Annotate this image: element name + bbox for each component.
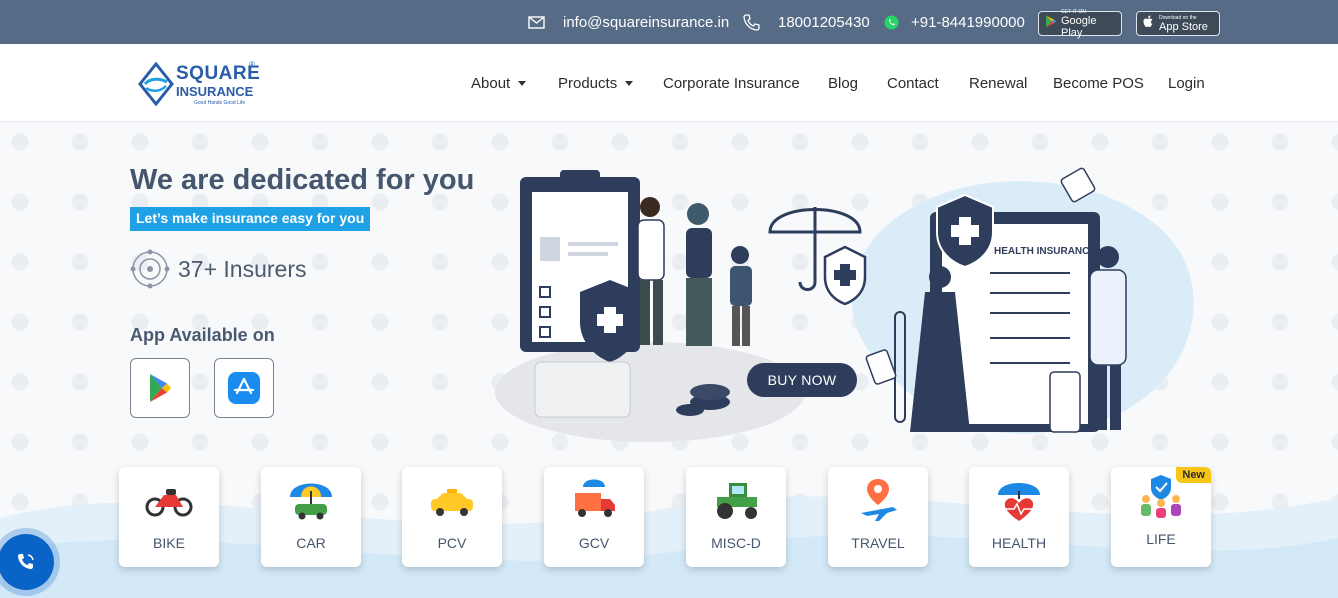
truck-icon bbox=[575, 479, 615, 517]
logo-text-insurance: INSURANCE bbox=[176, 84, 254, 99]
product-label-misc-d: MISC-D bbox=[711, 535, 761, 551]
product-card-life[interactable]: New LIFE bbox=[1111, 467, 1211, 567]
email-text[interactable]: info@squareinsurance.in bbox=[563, 14, 729, 31]
whatsapp-icon bbox=[884, 15, 899, 30]
email-contact[interactable]: info@squareinsurance.in bbox=[528, 0, 729, 44]
taxi-icon bbox=[431, 489, 473, 516]
phone-contact[interactable]: 18001205430 bbox=[743, 0, 870, 44]
product-label-health: HEALTH bbox=[991, 535, 1047, 551]
nav-contact[interactable]: Contact bbox=[887, 44, 939, 122]
google-play-badge[interactable]: GET IT ON Google Play bbox=[1038, 9, 1122, 39]
app-store-button[interactable] bbox=[214, 358, 274, 418]
product-label-bike: BIKE bbox=[153, 535, 185, 551]
product-card-health[interactable]: HEALTH bbox=[969, 467, 1069, 567]
app-store-badge[interactable]: Download on the App Store bbox=[1136, 11, 1220, 36]
product-label-travel: TRAVEL bbox=[851, 535, 905, 551]
nav-corporate-insurance[interactable]: Corporate Insurance bbox=[663, 44, 800, 122]
google-play-big-text: Google Play bbox=[1061, 14, 1097, 39]
whatsapp-contact[interactable]: +91-8441990000 bbox=[884, 0, 1025, 44]
insurers-count: 37+ Insurers bbox=[130, 249, 307, 289]
life-family-icon bbox=[1141, 475, 1181, 518]
top-contact-bar: info@squareinsurance.in 18001205430 +91-… bbox=[0, 0, 1338, 44]
call-floating-button[interactable] bbox=[0, 534, 54, 590]
insurance-illustration: HEALTH INSURANCE bbox=[495, 167, 1194, 442]
product-label-pcv: PCV bbox=[437, 535, 467, 551]
tractor-icon bbox=[717, 483, 757, 519]
health-icon bbox=[998, 483, 1040, 521]
phone-icon bbox=[743, 13, 760, 31]
insurers-text: 37+ Insurers bbox=[178, 255, 307, 282]
square-insurance-logo[interactable]: SQUARE ® INSURANCE Good Hands Good Life bbox=[138, 60, 261, 110]
logo-diamond-icon bbox=[138, 62, 174, 107]
chevron-down-icon bbox=[518, 80, 527, 86]
hero-section: We are dedicated for you Let’s make insu… bbox=[0, 122, 1338, 598]
network-icon bbox=[130, 249, 170, 289]
product-card-travel[interactable]: TRAVEL bbox=[828, 467, 928, 567]
logo-text-square: SQUARE bbox=[176, 63, 261, 84]
nav-products[interactable]: Products bbox=[558, 44, 634, 122]
whatsapp-text[interactable]: +91-8441990000 bbox=[911, 14, 1025, 31]
buy-now-button[interactable]: BUY NOW bbox=[747, 363, 857, 397]
mail-icon bbox=[528, 15, 545, 29]
product-card-pcv[interactable]: PCV bbox=[402, 467, 502, 567]
bike-icon bbox=[145, 489, 193, 517]
nav-blog[interactable]: Blog bbox=[828, 44, 858, 122]
google-play-button[interactable] bbox=[130, 358, 190, 418]
logo-tagline: Good Hands Good Life bbox=[194, 100, 246, 106]
product-card-misc-d[interactable]: MISC-D bbox=[686, 467, 786, 567]
phone-text[interactable]: 18001205430 bbox=[778, 14, 870, 31]
google-play-icon bbox=[1045, 15, 1057, 33]
nav-renewal[interactable]: Renewal bbox=[969, 44, 1027, 122]
app-store-big-text: App Store bbox=[1159, 20, 1208, 33]
nav-products-label: Products bbox=[558, 74, 618, 92]
travel-icon bbox=[861, 479, 897, 521]
health-insurance-board-title: HEALTH INSURANCE bbox=[994, 246, 1096, 257]
chevron-down-icon bbox=[625, 80, 634, 86]
product-card-car[interactable]: CAR bbox=[261, 467, 361, 567]
product-label-gcv: GCV bbox=[578, 535, 610, 551]
nav-login[interactable]: Login bbox=[1168, 44, 1205, 122]
app-available-heading: App Available on bbox=[130, 325, 275, 345]
hero-headline: We are dedicated for you bbox=[130, 164, 475, 196]
app-store-icon bbox=[228, 372, 260, 404]
nav-about[interactable]: About bbox=[471, 44, 527, 122]
product-label-car: CAR bbox=[296, 535, 326, 551]
apple-icon bbox=[1143, 15, 1154, 33]
nav-become-pos[interactable]: Become POS bbox=[1053, 44, 1144, 122]
logo-registered: ® bbox=[249, 60, 255, 69]
product-card-gcv[interactable]: GCV bbox=[544, 467, 644, 567]
nav-about-label: About bbox=[471, 74, 511, 92]
google-play-icon bbox=[150, 374, 171, 402]
product-card-bike[interactable]: BIKE bbox=[119, 467, 219, 567]
main-navbar: SQUARE ® INSURANCE Good Hands Good Life … bbox=[0, 44, 1338, 122]
product-label-life: LIFE bbox=[1146, 531, 1176, 547]
phone-call-icon bbox=[18, 554, 34, 569]
car-umbrella-icon bbox=[290, 483, 332, 520]
hero-tagline: Let’s make insurance easy for you bbox=[130, 207, 371, 231]
